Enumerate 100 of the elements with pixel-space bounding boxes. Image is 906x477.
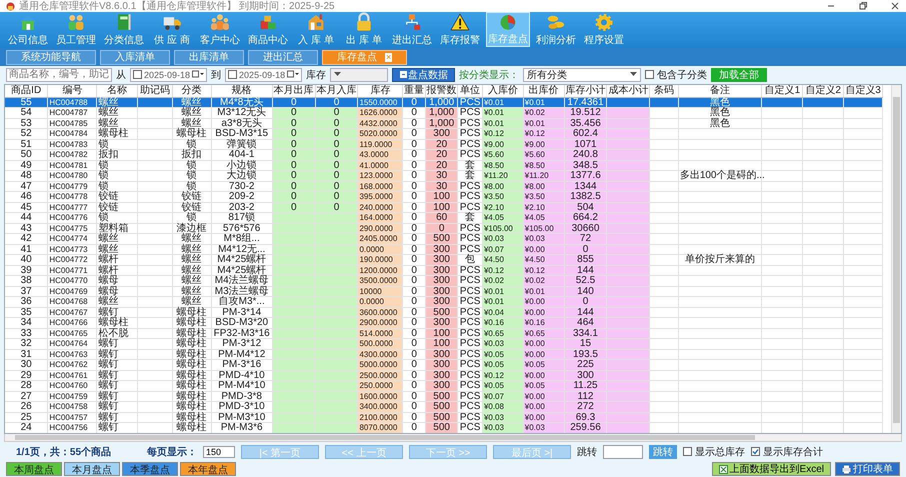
- query-button[interactable]: 盘点数据: [392, 68, 456, 82]
- dropdown-icon: [334, 72, 342, 78]
- table-cell: 43: [5, 223, 48, 234]
- toolbar-button[interactable]: 公司信息: [6, 12, 50, 48]
- table-row[interactable]: 40 HC004772 螺杆 螺丝 M4*25螺杆 190.0000 0 300 包 ¥4.50 ¥4.50 855 单价按斤来算的: [5, 254, 882, 266]
- table-row[interactable]: 28 HC004760 螺钉 螺母柱 PM-M4*10 250.0000 0 300 PCS ¥0.05 ¥0.05 11.25: [5, 380, 882, 392]
- checkbox[interactable]: [751, 447, 760, 456]
- table-row[interactable]: 33 HC004765 松不脱 螺母柱 FP32-M3*16 514.0000 0 100 PCS ¥0.65 ¥0.65 334.1: [5, 328, 882, 339]
- table-row[interactable]: 34 HC004766 螺母柱 螺母柱 BSD-M3*20 2900.0000 0 300 PCS ¥0.16 ¥0.16 464: [5, 318, 882, 328]
- toolbar-button[interactable]: 程序设置: [582, 12, 626, 48]
- table-cell: HC004777: [48, 202, 97, 213]
- table-cell: M4法兰螺母: [211, 276, 272, 286]
- table-cell: 螺丝: [96, 244, 138, 255]
- table-row[interactable]: 39 HC004771 螺杆 螺丝 M4*25螺杆 1200.0000 0 300 PCS ¥0.12 ¥0.12 144: [5, 265, 882, 276]
- vertical-scrollbar[interactable]: [891, 84, 901, 434]
- table-row[interactable]: 41 HC004773 螺丝 螺丝 M4*12无... 0.0000 0 300 PCS ¥0.07 ¥0.00 0: [5, 244, 882, 255]
- toolbar-button[interactable]: 分类信息: [102, 12, 146, 48]
- column-header[interactable]: 名称: [96, 84, 138, 98]
- jump-field[interactable]: [603, 444, 644, 459]
- close-icon: [890, 1, 900, 11]
- table-row[interactable]: 55 HC004788 螺丝 螺丝 M4*8无头 0 0 1550.0000 0 1,000 PCS ¥0.01 ¥0.01 17.4361 黑色: [5, 97, 882, 108]
- table-row[interactable]: 49 HC004781 锁 锁 小边锁 0 0 41.0000 0 20 套 ¥8.50 ¥8.50 348.5: [5, 160, 882, 171]
- scrollbar-thumb[interactable]: [15, 435, 755, 440]
- table-cell: 螺丝: [172, 265, 212, 276]
- toolbar-button[interactable]: 商品中心: [246, 12, 290, 48]
- checkbox[interactable]: [645, 70, 654, 80]
- date-field[interactable]: 2025-09-18: [225, 68, 302, 82]
- table-cell: 37: [5, 286, 48, 297]
- table-row[interactable]: 50 HC004782 扳扣 扳扣 404-1 0 0 43.0000 0 20 PCS ¥5.60 ¥5.60 240.8: [5, 150, 882, 160]
- checkbox[interactable]: [228, 70, 238, 80]
- toolbar-button[interactable]: 进出汇总: [390, 12, 434, 48]
- table-cell: PCS: [458, 328, 482, 339]
- table-row[interactable]: 29 HC004761 螺钉 螺母柱 PMD-4*10 2500.0000 0 300 PCS ¥0.12 ¥0.00 300: [5, 370, 882, 381]
- table-row[interactable]: 38 HC004770 螺母 螺丝 M4法兰螺母 3500.0000 0 300 PCS ¥0.02 ¥0.02 52.5: [5, 276, 882, 286]
- table-row[interactable]: 51 HC004783 锁 锁 弹簧锁 0 0 119.0000 0 20 PCS ¥9.00 ¥9.00 1071: [5, 139, 882, 150]
- print-button[interactable]: 打印表单: [835, 462, 900, 476]
- table-row[interactable]: 47 HC004779 锁 锁 730-2 0 0 168.0000 0 30 PCS ¥8.00 ¥8.00 1344: [5, 181, 882, 192]
- column-header[interactable]: 条码: [650, 84, 678, 98]
- table-row[interactable]: 32 HC004764 螺钉 螺母柱 PM-3*12 500.0000 0 100 PCS ¥0.03 ¥0.00 15: [5, 338, 882, 350]
- checkbox[interactable]: [133, 70, 142, 80]
- table-row[interactable]: 42 HC004774 螺丝 螺丝 M*8组... 2405.0000 0 500 PCS ¥0.03 ¥0.03 72: [5, 234, 882, 244]
- toolbar-button[interactable]: 供 应 商: [150, 12, 194, 48]
- per-page-field[interactable]: 150: [203, 446, 236, 458]
- table-cell: 螺丝: [172, 296, 212, 308]
- period-tab[interactable]: 本季盘点: [122, 462, 178, 476]
- table-cell: 螺丝: [96, 97, 138, 108]
- toolbar-button[interactable]: 利润分析: [534, 12, 578, 48]
- column-header[interactable]: 单位: [458, 84, 482, 98]
- table-cell: 螺钉: [96, 360, 138, 370]
- table-row[interactable]: 25 HC004757 螺钉 螺母柱 PM-M3*10 2100.0000 0 500 PCS ¥0.03 ¥0.00 69.3: [5, 412, 882, 423]
- period-tab[interactable]: 本周盘点: [6, 462, 62, 476]
- scrollbar-thumb[interactable]: [893, 96, 900, 424]
- column-header[interactable]: 助记码: [138, 84, 172, 98]
- table-row[interactable]: 30 HC004762 螺钉 螺母柱 PM-3*16 5000.0000 0 300 PCS ¥0.05 ¥0.05 225: [5, 360, 882, 370]
- table-cell: 33: [5, 328, 48, 339]
- table-cell: 0: [402, 286, 426, 297]
- table-cell: 螺母柱: [172, 370, 212, 381]
- period-tab[interactable]: 本月盘点: [64, 462, 120, 476]
- stock-dropdown[interactable]: [330, 68, 388, 82]
- table-row[interactable]: 53 HC004785 螺丝 螺丝 a3*8无头 0 0 4432.0000 0 1,000 PCS ¥0.01 ¥0.01 35.456 黑色: [5, 118, 882, 129]
- toolbar-button[interactable]: 客户中心: [198, 12, 242, 48]
- toolbar-button[interactable]: 库存报警: [438, 12, 482, 48]
- table-row[interactable]: 35 HC004767 螺钉 螺母柱 PM-3*14 3600.0000 0 500 PCS ¥0.04 ¥0.00 144: [5, 307, 882, 318]
- table-row[interactable]: 31 HC004763 螺钉 螺母柱 PM-M4*12 4300.0000 0 300 PCS ¥0.05 ¥0.00 193.5: [5, 349, 882, 360]
- export-button[interactable]: 上面数据导出到Excel: [712, 462, 831, 476]
- table-row[interactable]: 26 HC004758 螺钉 螺母柱 PMD-3*10 3400.0000 0 500 PCS ¥0.08 ¥0.00 272: [5, 402, 882, 412]
- checkbox[interactable]: [683, 447, 692, 456]
- toolbar-button[interactable]: 出 库 单: [342, 12, 386, 48]
- table-row[interactable]: 37 HC004769 螺母 螺丝 M3法兰螺母 10000 0 300 PCS ¥0.01 ¥0.01 140: [5, 286, 882, 297]
- search-field[interactable]: 商品名称，编号，助记: [6, 68, 112, 82]
- table-cell: 0: [402, 202, 426, 213]
- column-header[interactable]: 成本小计: [606, 84, 650, 98]
- horizontal-scrollbar[interactable]: [4, 434, 902, 442]
- table-cell: 螺丝: [172, 254, 212, 266]
- table-row[interactable]: 36 HC004768 螺丝 螺丝 自攻M3*... 0.0000 0 300 PCS ¥0.01 ¥0.00 0: [5, 296, 882, 308]
- table-row[interactable]: 48 HC004780 锁 锁 大边锁 0 0 123.0000 0 30 套 ¥11.20 ¥11.20 1377.6 多出100个是碍的...: [5, 170, 882, 182]
- table-cell: 螺母柱: [172, 318, 212, 328]
- table-row[interactable]: 45 HC004777 铰链 铰链 203-2 0 0 240.0000 0 100 PCS ¥2.10 ¥2.10 504: [5, 202, 882, 213]
- app-icon: [6, 2, 15, 10]
- table-row[interactable]: 54 HC004787 螺丝 螺丝 M3*12无头 0 0 1626.0000 0 1,000 PCS ¥0.01 ¥0.02 19.512 黑色: [5, 108, 882, 118]
- column-header[interactable]: 报警数: [425, 84, 458, 98]
- toolbar-button[interactable]: 员工管理: [54, 12, 98, 48]
- table-row[interactable]: 46 HC004778 铰链 铰链 209-2 0 0 395.0000 0 100 PCS ¥3.50 ¥3.50 1382.5: [5, 192, 882, 202]
- column-header[interactable]: 编号: [48, 84, 97, 98]
- table-row[interactable]: 43 HC004775 塑料箱 漆边框 576*576 290.0000 0 0 PCS ¥105.00 ¥105.00 30660: [5, 223, 882, 234]
- table-cell: HC004756: [48, 422, 97, 434]
- table-row[interactable]: 52 HC004784 螺母柱 螺母柱 BSD-M3*15 0 0 5020.0000 0 300 PCS ¥0.12 ¥0.12 602.4: [5, 128, 882, 140]
- toolbar-button[interactable]: 入 库 单: [294, 12, 338, 48]
- date-field[interactable]: 2025-09-18: [130, 68, 208, 82]
- column-header[interactable]: 重量: [402, 84, 426, 98]
- table-cell: HC004787: [48, 108, 97, 118]
- table-cell: 0: [402, 254, 426, 266]
- table-row[interactable]: 44 HC004776 锁 锁 817锁 164.0000 0 60 套 ¥4.05 ¥4.05 664.2: [5, 212, 882, 224]
- period-tab[interactable]: 本年盘点: [180, 462, 236, 476]
- table-row[interactable]: 24 HC004756 螺钉 螺母柱 PM-M3*6 8070.0000 0 500 PCS ¥0.03 ¥0.03 259.56: [5, 422, 882, 434]
- category-dropdown[interactable]: 所有分类: [523, 68, 642, 82]
- column-header[interactable]: 规格: [211, 84, 272, 98]
- table-row[interactable]: 27 HC004759 螺钉 螺母柱 PMD-3*8 1600.0000 0 500 PCS ¥0.07 ¥0.00 112: [5, 391, 882, 402]
- column-header[interactable]: 分类: [172, 84, 212, 98]
- table-cell: 50: [5, 150, 48, 160]
